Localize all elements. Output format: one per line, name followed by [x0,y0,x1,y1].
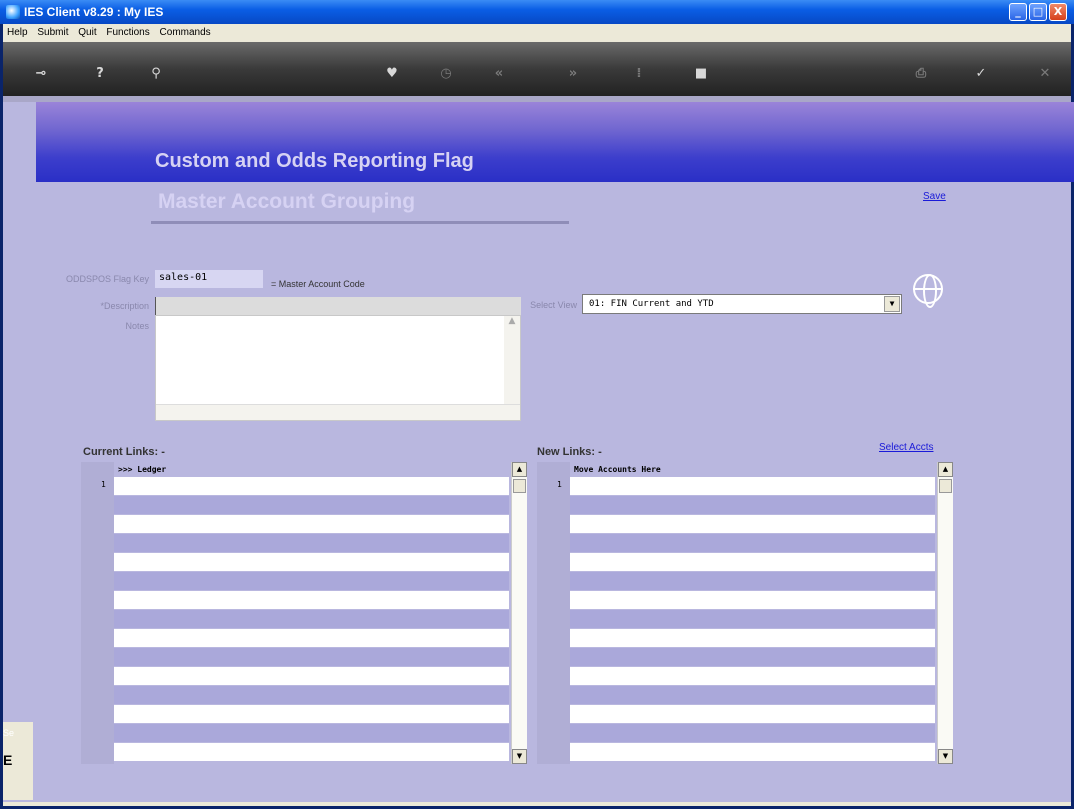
minimize-button[interactable]: _ [1009,3,1027,21]
notes-textarea[interactable]: ▲ [155,315,521,421]
scroll-up-icon[interactable]: ▲ [938,462,953,477]
close-icon[interactable]: ✕ [1033,66,1057,81]
table-row[interactable] [570,686,935,705]
table-row[interactable] [570,705,935,724]
close-button[interactable]: X [1049,3,1067,21]
current-links-scrollbar[interactable]: ▲ ▼ [511,462,527,764]
menu-help[interactable]: Help [3,24,31,38]
stop-icon[interactable]: ■ [689,66,713,81]
print-icon[interactable]: ⎙ [909,66,933,81]
table-row[interactable] [570,496,935,515]
window-title: IES Client v8.29 : My IES [24,5,164,19]
side-panel-label: Se [3,728,15,738]
table-row[interactable] [114,648,509,667]
table-row[interactable] [570,610,935,629]
page-title: Custom and Odds Reporting Flag [155,150,474,172]
menu-commands[interactable]: Commands [156,24,214,38]
current-links-grid: >>> Ledger 1 ▲ ▼ [81,462,529,764]
scroll-down-icon[interactable]: ▼ [512,749,527,764]
new-links-grid: Move Accounts Here 1 ▲ ▼ [537,462,957,764]
help-icon[interactable]: ? [88,66,112,81]
table-row[interactable] [114,705,509,724]
table-row[interactable] [114,610,509,629]
table-row[interactable] [570,515,935,534]
search-icon[interactable]: ⚲ [144,66,168,81]
notes-hscrollbar[interactable] [156,404,520,420]
table-row[interactable] [570,534,935,553]
row-number: 1 [557,480,562,489]
flag-key-hint: = Master Account Code [271,279,365,289]
save-link[interactable]: Save [923,191,946,202]
table-row[interactable] [570,667,935,686]
table-row[interactable] [570,724,935,743]
select-view-value: 01: FIN Current and YTD [589,299,714,309]
title-bar: IES Client v8.29 : My IES _ □ X [0,0,1074,24]
table-row[interactable] [114,534,509,553]
row-number: 1 [101,480,106,489]
status-bar [3,802,1071,806]
table-row[interactable] [114,477,509,496]
new-links-scrollbar[interactable]: ▲ ▼ [937,462,953,764]
menu-functions[interactable]: Functions [102,24,152,38]
menu-submit[interactable]: Submit [33,24,71,38]
table-row[interactable] [570,591,935,610]
notes-label: Notes [125,321,149,331]
globe-icon[interactable] [913,274,943,308]
spacer-icon[interactable]: ⁞ [627,66,651,81]
chevron-down-icon[interactable]: ▼ [884,296,900,312]
rewind-icon[interactable]: « [487,66,511,81]
heart-icon[interactable]: ♥ [380,66,404,81]
table-row[interactable] [570,553,935,572]
table-row[interactable] [114,686,509,705]
new-links-title: New Links: - [537,446,602,458]
table-row[interactable] [114,572,509,591]
table-row[interactable] [570,477,935,496]
table-row[interactable] [114,667,509,686]
table-row[interactable] [570,648,935,667]
table-row[interactable] [114,743,509,762]
forward-icon[interactable]: » [561,66,585,81]
select-view-dropdown[interactable]: 01: FIN Current and YTD ▼ [582,294,902,314]
current-links-header: >>> Ledger [118,465,167,474]
subtitle-divider [151,221,569,224]
clock-icon[interactable]: ◷ [434,66,458,81]
table-row[interactable] [114,724,509,743]
table-row[interactable] [114,515,509,534]
scroll-up-icon[interactable]: ▲ [512,462,527,477]
flag-key-input[interactable]: sales-01 [155,270,263,288]
select-accts-link[interactable]: Select Accts [879,442,933,453]
side-panel-letter[interactable]: E [3,752,12,768]
table-row[interactable] [114,553,509,572]
app-window: IES Client v8.29 : My IES _ □ X Help Sub… [0,0,1074,809]
scroll-down-icon[interactable]: ▼ [938,749,953,764]
description-label: *Description [100,301,149,311]
table-row[interactable] [114,591,509,610]
table-row[interactable] [570,743,935,762]
maximize-button[interactable]: □ [1029,3,1047,21]
menu-bar: Help Submit Quit Functions Commands [3,24,1071,42]
new-links-header: Move Accounts Here [574,465,661,474]
toolbar: ⊸ ? ⚲ ♥ ◷ « » ⁞ ■ ⎙ ✓ ✕ [3,42,1071,102]
table-row[interactable] [114,629,509,648]
check-icon[interactable]: ✓ [969,66,993,81]
select-view-label: Select View [530,300,577,310]
key-icon[interactable]: ⊸ [29,66,53,81]
page-subtitle: Master Account Grouping [158,190,416,213]
current-links-title: Current Links: - [83,446,165,458]
menu-quit[interactable]: Quit [74,24,99,38]
table-row[interactable] [570,572,935,591]
table-row[interactable] [114,496,509,515]
flag-key-label: ODDSPOS Flag Key [65,274,149,284]
main-content: Custom and Odds Reporting Flag Master Ac… [3,102,1074,802]
description-input[interactable] [155,297,521,315]
table-row[interactable] [570,629,935,648]
app-icon [6,5,20,19]
notes-scrollbar[interactable]: ▲ [504,316,520,404]
